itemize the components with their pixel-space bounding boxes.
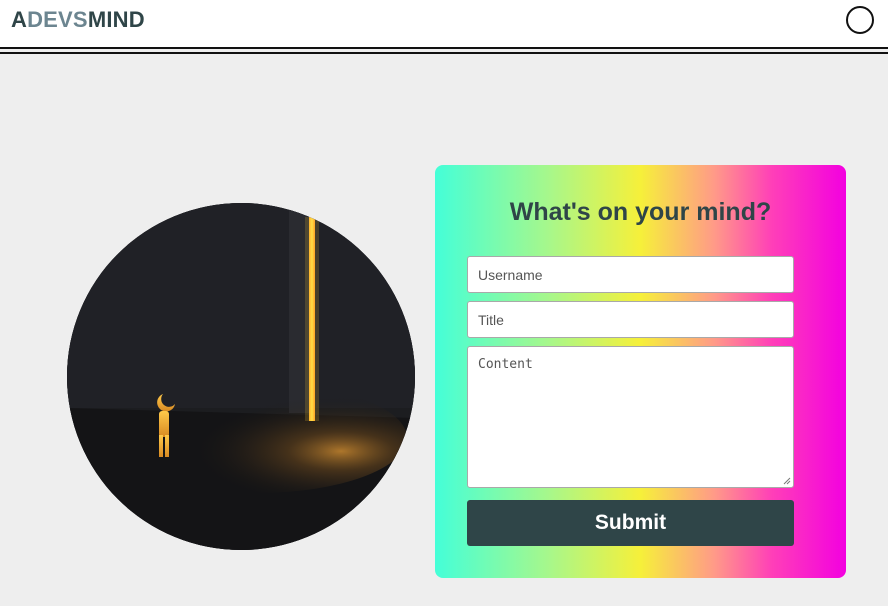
title-placeholder: Title xyxy=(478,312,504,328)
username-input[interactable]: Username xyxy=(467,256,794,293)
profile-avatar-button[interactable] xyxy=(846,6,874,34)
logo-letter-a: A xyxy=(11,7,28,32)
submit-button[interactable]: Submit xyxy=(467,500,794,546)
header-divider-top xyxy=(0,47,888,49)
resize-handle-icon[interactable] xyxy=(783,477,791,485)
header-divider-bottom xyxy=(0,52,888,54)
content-textarea[interactable]: Content xyxy=(467,346,794,488)
logo-mind: MIND xyxy=(87,7,145,32)
site-logo[interactable]: ADEVSMIND xyxy=(11,7,145,33)
top-header: ADEVSMIND xyxy=(0,0,888,47)
content-placeholder: Content xyxy=(478,357,533,372)
logo-devs: DEVS xyxy=(27,7,88,32)
username-placeholder: Username xyxy=(478,267,543,283)
title-input[interactable]: Title xyxy=(467,301,794,338)
form-heading: What's on your mind? xyxy=(509,198,772,226)
post-form-card: What's on your mind? Username Title Cont… xyxy=(435,165,846,578)
hero-image xyxy=(67,203,415,550)
